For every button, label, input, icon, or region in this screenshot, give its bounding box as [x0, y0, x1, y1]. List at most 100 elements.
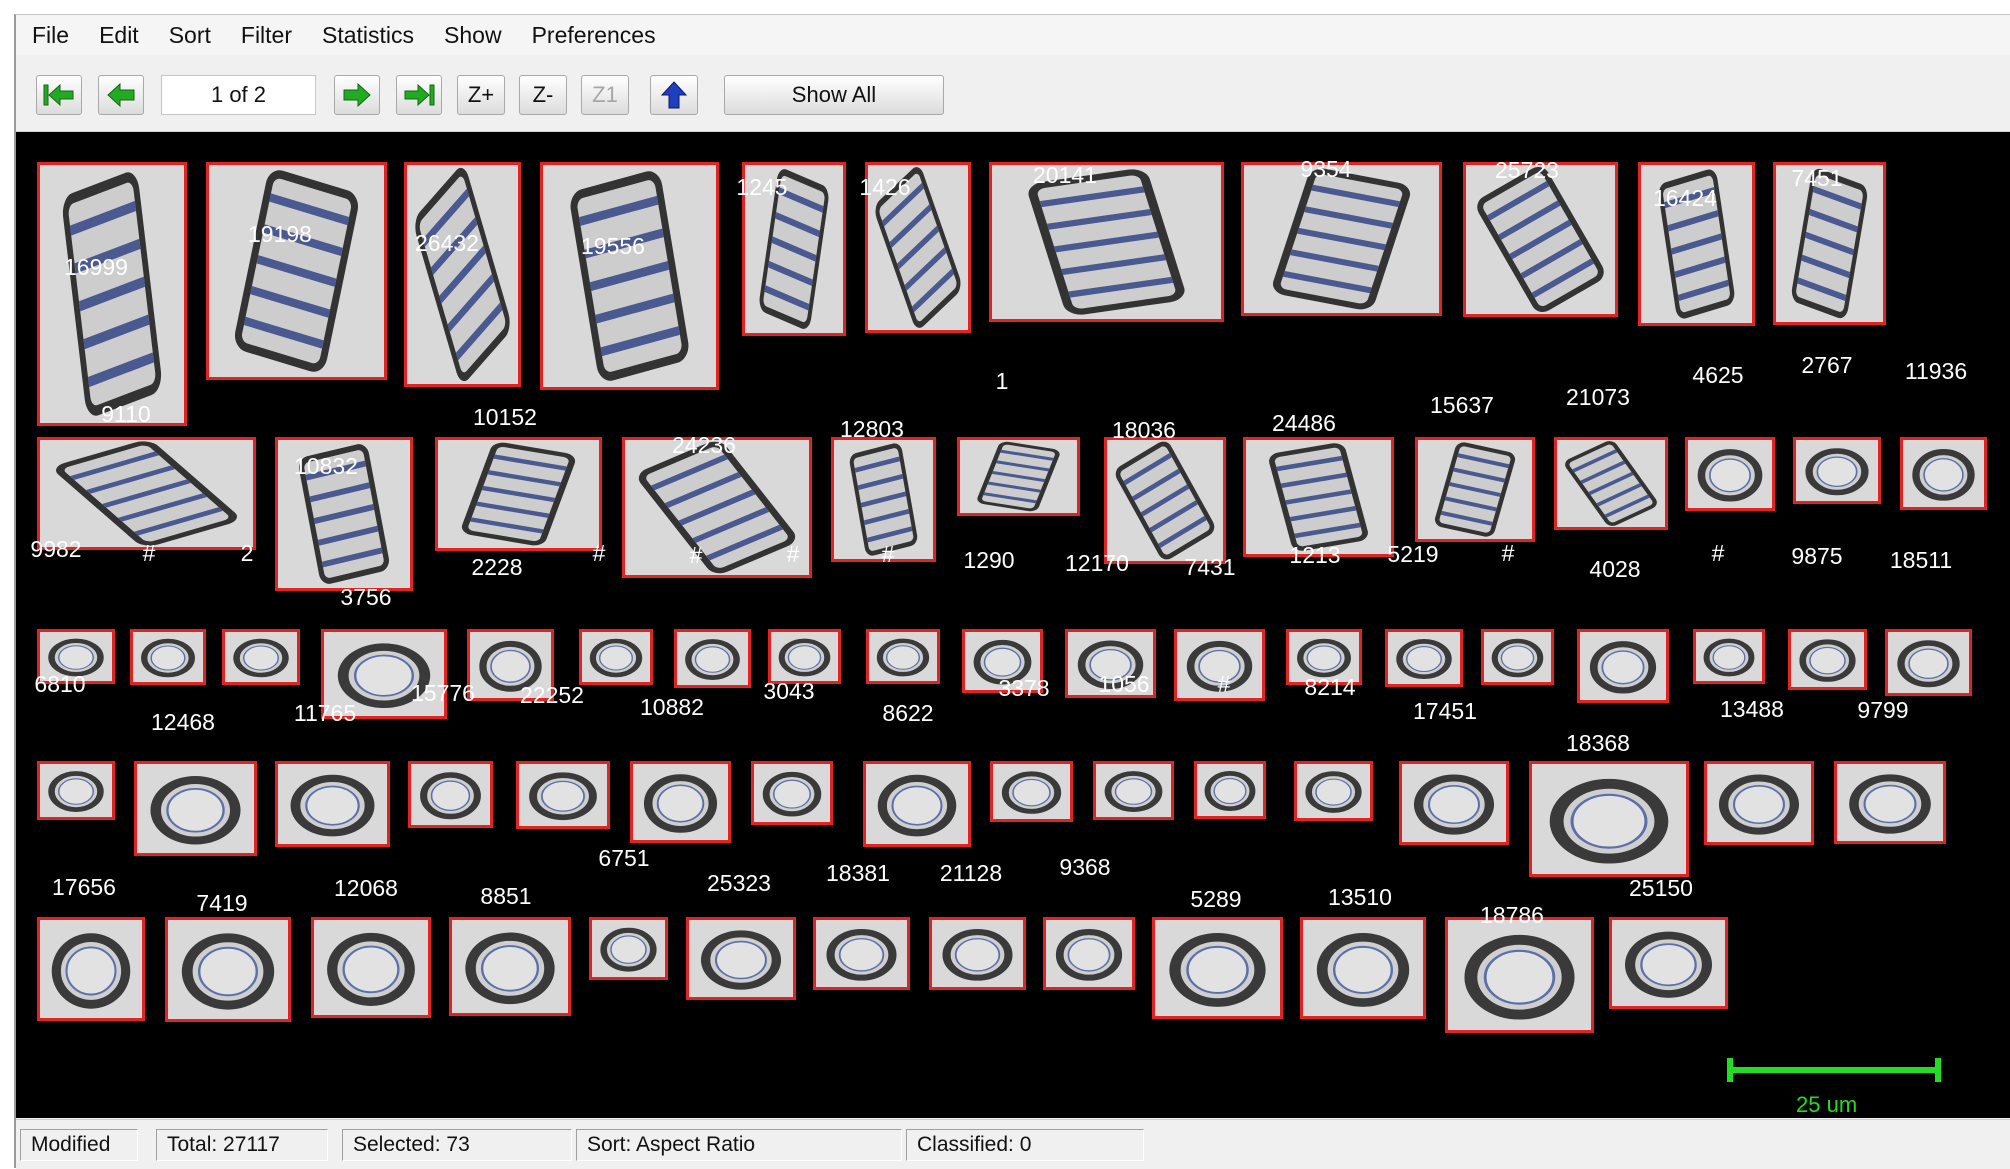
- particle-label: 8851: [480, 883, 532, 909]
- particle-thumbnail[interactable]: [37, 437, 256, 550]
- particle-thumbnail[interactable]: [813, 917, 910, 990]
- zoom-out-button[interactable]: Z-: [519, 75, 567, 115]
- particle-thumbnail[interactable]: [1152, 917, 1283, 1019]
- next-page-arrow-icon: [343, 82, 371, 108]
- particle-thumbnail[interactable]: [1885, 629, 1972, 696]
- particle-thumbnail[interactable]: [1609, 917, 1728, 1009]
- menu-sort[interactable]: Sort: [169, 22, 211, 49]
- particle-thumbnail[interactable]: [275, 761, 390, 847]
- menu-filter[interactable]: Filter: [241, 22, 292, 49]
- particle-thumbnail[interactable]: [589, 917, 668, 980]
- particle-image: [1557, 440, 1665, 527]
- particle-thumbnail[interactable]: [1577, 629, 1669, 703]
- particle-image: [40, 165, 184, 423]
- particle-thumbnail[interactable]: [1704, 761, 1814, 845]
- particle-image: [137, 764, 254, 853]
- particle-image: [519, 764, 607, 826]
- particle-thumbnail[interactable]: [686, 917, 796, 1000]
- particle-thumbnail[interactable]: [1685, 437, 1775, 511]
- particle-thumbnail[interactable]: [990, 761, 1073, 822]
- last-page-button[interactable]: [396, 75, 442, 115]
- particle-thumbnail[interactable]: [1104, 437, 1226, 564]
- particle-label: 11765: [293, 700, 357, 726]
- particle-image: [209, 165, 384, 377]
- particle-thumbnail[interactable]: [222, 629, 300, 685]
- particle-thumbnail[interactable]: [408, 761, 493, 828]
- first-page-arrow-icon: [43, 83, 74, 107]
- particle-image: [1303, 920, 1423, 1016]
- particle-thumbnail[interactable]: [1529, 761, 1689, 877]
- particle-thumbnail[interactable]: [579, 629, 653, 685]
- page-indicator[interactable]: 1 of 2: [161, 75, 316, 115]
- particle-label: 1426: [859, 174, 911, 200]
- particle-label: 6810: [34, 671, 86, 697]
- particle-thumbnail[interactable]: [435, 437, 602, 551]
- particle-thumbnail[interactable]: [1399, 761, 1509, 845]
- particle-thumbnail[interactable]: [1294, 761, 1373, 821]
- particle-thumbnail[interactable]: [630, 761, 731, 843]
- particle-thumbnail[interactable]: [37, 917, 145, 1021]
- particle-thumbnail[interactable]: [37, 162, 187, 426]
- particle-thumbnail[interactable]: [449, 917, 571, 1016]
- particle-thumbnail[interactable]: [134, 761, 257, 856]
- particle-image: [411, 764, 490, 825]
- particle-thumbnail[interactable]: [1241, 162, 1442, 316]
- particle-thumbnail[interactable]: [957, 437, 1080, 516]
- particle-thumbnail[interactable]: [130, 629, 206, 685]
- particle-thumbnail[interactable]: [1693, 629, 1765, 684]
- particle-label: 15637: [1430, 392, 1494, 418]
- particle-thumbnail[interactable]: [1834, 761, 1946, 844]
- particle-thumbnail[interactable]: [1300, 917, 1426, 1019]
- particle-thumbnail[interactable]: [1900, 437, 1987, 510]
- particle-thumbnail[interactable]: [206, 162, 387, 380]
- particle-label: 16999: [64, 254, 128, 280]
- particle-thumbnail[interactable]: [404, 162, 521, 387]
- up-button[interactable]: [650, 75, 698, 115]
- menu-show[interactable]: Show: [444, 22, 502, 49]
- particle-image: [1197, 764, 1263, 816]
- first-page-button[interactable]: [36, 75, 82, 115]
- particle-thumbnail[interactable]: [516, 761, 610, 829]
- particle-thumbnail[interactable]: [1415, 437, 1535, 542]
- particle-thumbnail[interactable]: [863, 761, 971, 847]
- scale-bar-line: [1727, 1058, 1941, 1082]
- menu-statistics[interactable]: Statistics: [322, 22, 414, 49]
- zoom-in-button[interactable]: Z+: [457, 75, 505, 115]
- next-page-button[interactable]: [334, 75, 380, 115]
- particle-thumbnail[interactable]: [1793, 437, 1881, 504]
- particle-thumbnail[interactable]: [751, 761, 833, 825]
- particle-thumbnail[interactable]: [311, 917, 431, 1018]
- particle-thumbnail[interactable]: [929, 917, 1026, 990]
- particle-thumbnail[interactable]: [1093, 761, 1174, 820]
- menu-file[interactable]: File: [32, 22, 69, 49]
- particle-thumbnail[interactable]: [1445, 917, 1594, 1033]
- particle-image: [1448, 920, 1591, 1030]
- particle-thumbnail[interactable]: [768, 629, 841, 684]
- particle-image: [1466, 165, 1615, 314]
- particle-thumbnail[interactable]: [1043, 917, 1135, 990]
- particle-image: [1903, 440, 1984, 507]
- zoom-reset-button[interactable]: Z1: [581, 75, 629, 115]
- particle-thumbnail[interactable]: [866, 629, 940, 684]
- particle-thumbnail[interactable]: [1554, 437, 1668, 530]
- previous-page-button[interactable]: [98, 75, 144, 115]
- particle-thumbnail[interactable]: [165, 917, 291, 1022]
- particle-thumbnail[interactable]: [1463, 162, 1618, 317]
- particle-label: 16424: [1653, 185, 1717, 211]
- particle-image: [1707, 764, 1811, 842]
- particle-image: [633, 764, 728, 840]
- particle-image: [1791, 632, 1864, 687]
- menu-preferences[interactable]: Preferences: [532, 22, 656, 49]
- particle-label: 18368: [1566, 730, 1630, 756]
- particle-thumbnail[interactable]: [1481, 629, 1554, 685]
- particle-image: [1532, 764, 1686, 874]
- particle-thumbnail[interactable]: [1194, 761, 1266, 819]
- particle-thumbnail[interactable]: [37, 761, 115, 820]
- show-all-button[interactable]: Show All: [724, 75, 944, 115]
- particle-label: 21073: [1566, 384, 1630, 410]
- particle-thumbnail[interactable]: [1788, 629, 1867, 690]
- particle-thumbnail[interactable]: [1243, 437, 1394, 557]
- particle-label: 12468: [151, 709, 215, 735]
- menu-edit[interactable]: Edit: [99, 22, 139, 49]
- particle-image: [225, 632, 297, 682]
